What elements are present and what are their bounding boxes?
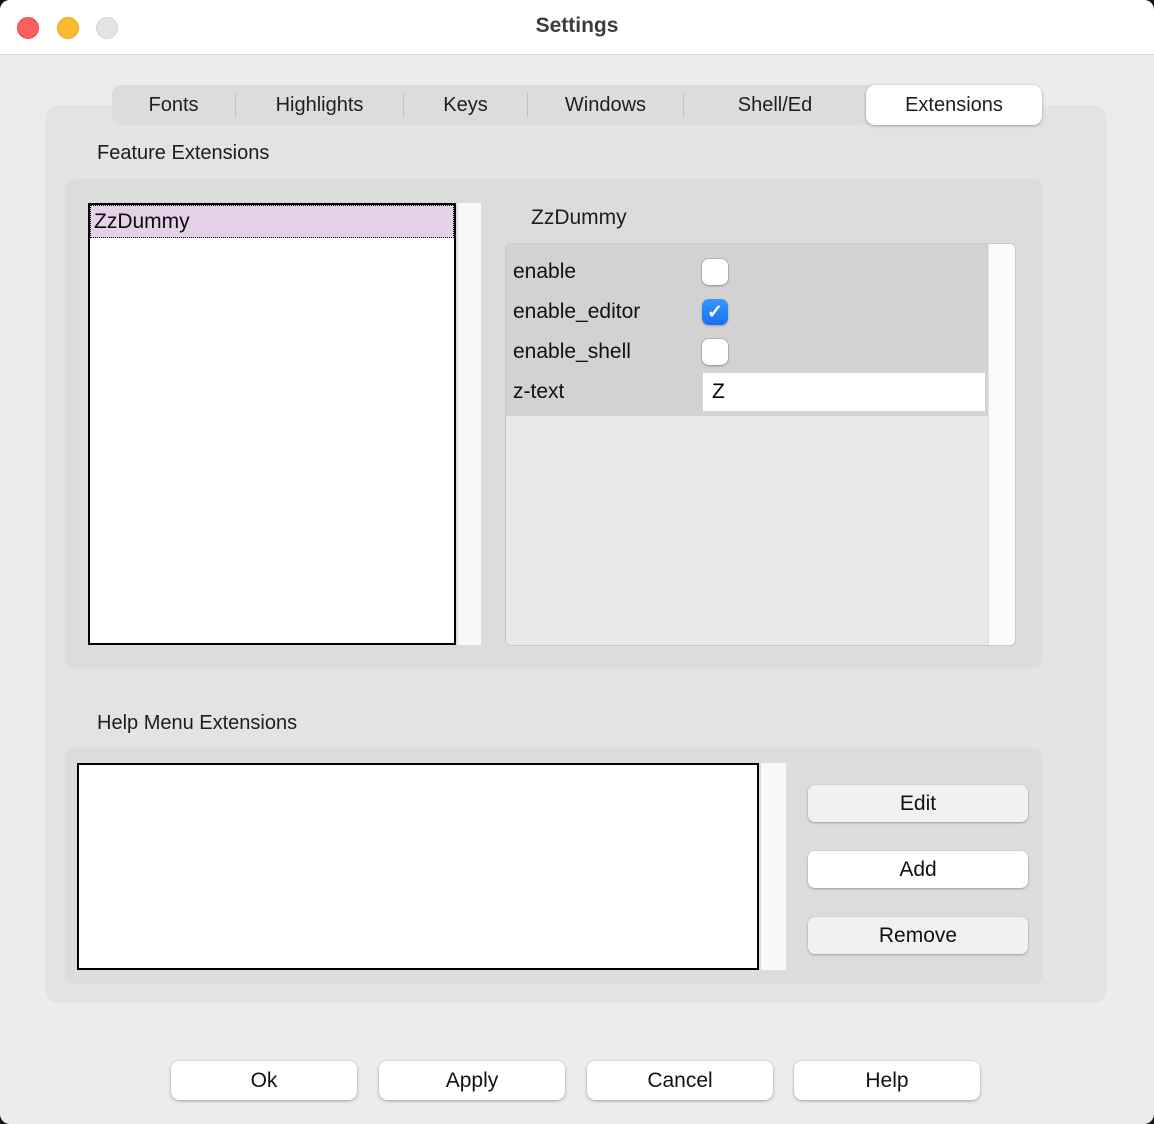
list-item-zzdummy[interactable]: ZzDummy bbox=[90, 205, 454, 238]
tab-highlights[interactable]: Highlights bbox=[236, 85, 403, 125]
add-button[interactable]: Add bbox=[808, 851, 1028, 888]
config-scrollbar[interactable] bbox=[988, 244, 1015, 645]
tab-windows[interactable]: Windows bbox=[528, 85, 683, 125]
edit-button[interactable]: Edit bbox=[808, 785, 1028, 822]
tab-bar: Fonts Highlights Keys Windows Shell/Ed E… bbox=[112, 85, 1042, 125]
option-row-z-text: z-text Z bbox=[512, 372, 988, 412]
help-menu-extensions-label: Help Menu Extensions bbox=[97, 712, 297, 735]
enable-checkbox[interactable]: ✓ bbox=[702, 259, 728, 285]
settings-window: Settings Fonts Highlights Keys Windows S… bbox=[0, 0, 1154, 1124]
config-rows: enable ✓ enable_editor ✓ enable_shell ✓ … bbox=[506, 244, 988, 416]
help-menu-scrollbar[interactable] bbox=[761, 763, 786, 970]
option-row-enable-editor: enable_editor ✓ bbox=[512, 292, 988, 332]
option-label: enable_editor bbox=[512, 300, 702, 324]
help-menu-listbox[interactable] bbox=[77, 763, 759, 970]
option-label: enable_shell bbox=[512, 340, 702, 364]
ok-button[interactable]: Ok bbox=[171, 1061, 357, 1100]
cancel-button[interactable]: Cancel bbox=[587, 1061, 773, 1100]
z-text-input[interactable]: Z bbox=[702, 372, 986, 412]
feature-extensions-label: Feature Extensions bbox=[97, 142, 269, 165]
extension-list-scrollbar[interactable] bbox=[458, 203, 481, 645]
tab-keys[interactable]: Keys bbox=[404, 85, 527, 125]
remove-button[interactable]: Remove bbox=[808, 917, 1028, 954]
enable-editor-checkbox[interactable]: ✓ bbox=[702, 299, 728, 325]
tab-extensions[interactable]: Extensions bbox=[866, 85, 1042, 125]
window-title: Settings bbox=[0, 14, 1154, 38]
option-row-enable-shell: enable_shell ✓ bbox=[512, 332, 988, 372]
checkmark-icon: ✓ bbox=[707, 303, 723, 322]
help-button[interactable]: Help bbox=[794, 1061, 980, 1100]
extension-detail-title: ZzDummy bbox=[531, 206, 627, 230]
option-label: enable bbox=[512, 260, 702, 284]
extension-config-panel: enable ✓ enable_editor ✓ enable_shell ✓ … bbox=[505, 243, 1016, 646]
enable-shell-checkbox[interactable]: ✓ bbox=[702, 339, 728, 365]
title-bar: Settings bbox=[0, 0, 1154, 55]
option-label: z-text bbox=[512, 380, 702, 404]
tab-fonts[interactable]: Fonts bbox=[112, 85, 235, 125]
option-row-enable: enable ✓ bbox=[512, 252, 988, 292]
apply-button[interactable]: Apply bbox=[379, 1061, 565, 1100]
extension-listbox[interactable]: ZzDummy bbox=[88, 203, 456, 645]
config-empty-area bbox=[506, 416, 988, 645]
tab-shell-ed[interactable]: Shell/Ed bbox=[684, 85, 866, 125]
